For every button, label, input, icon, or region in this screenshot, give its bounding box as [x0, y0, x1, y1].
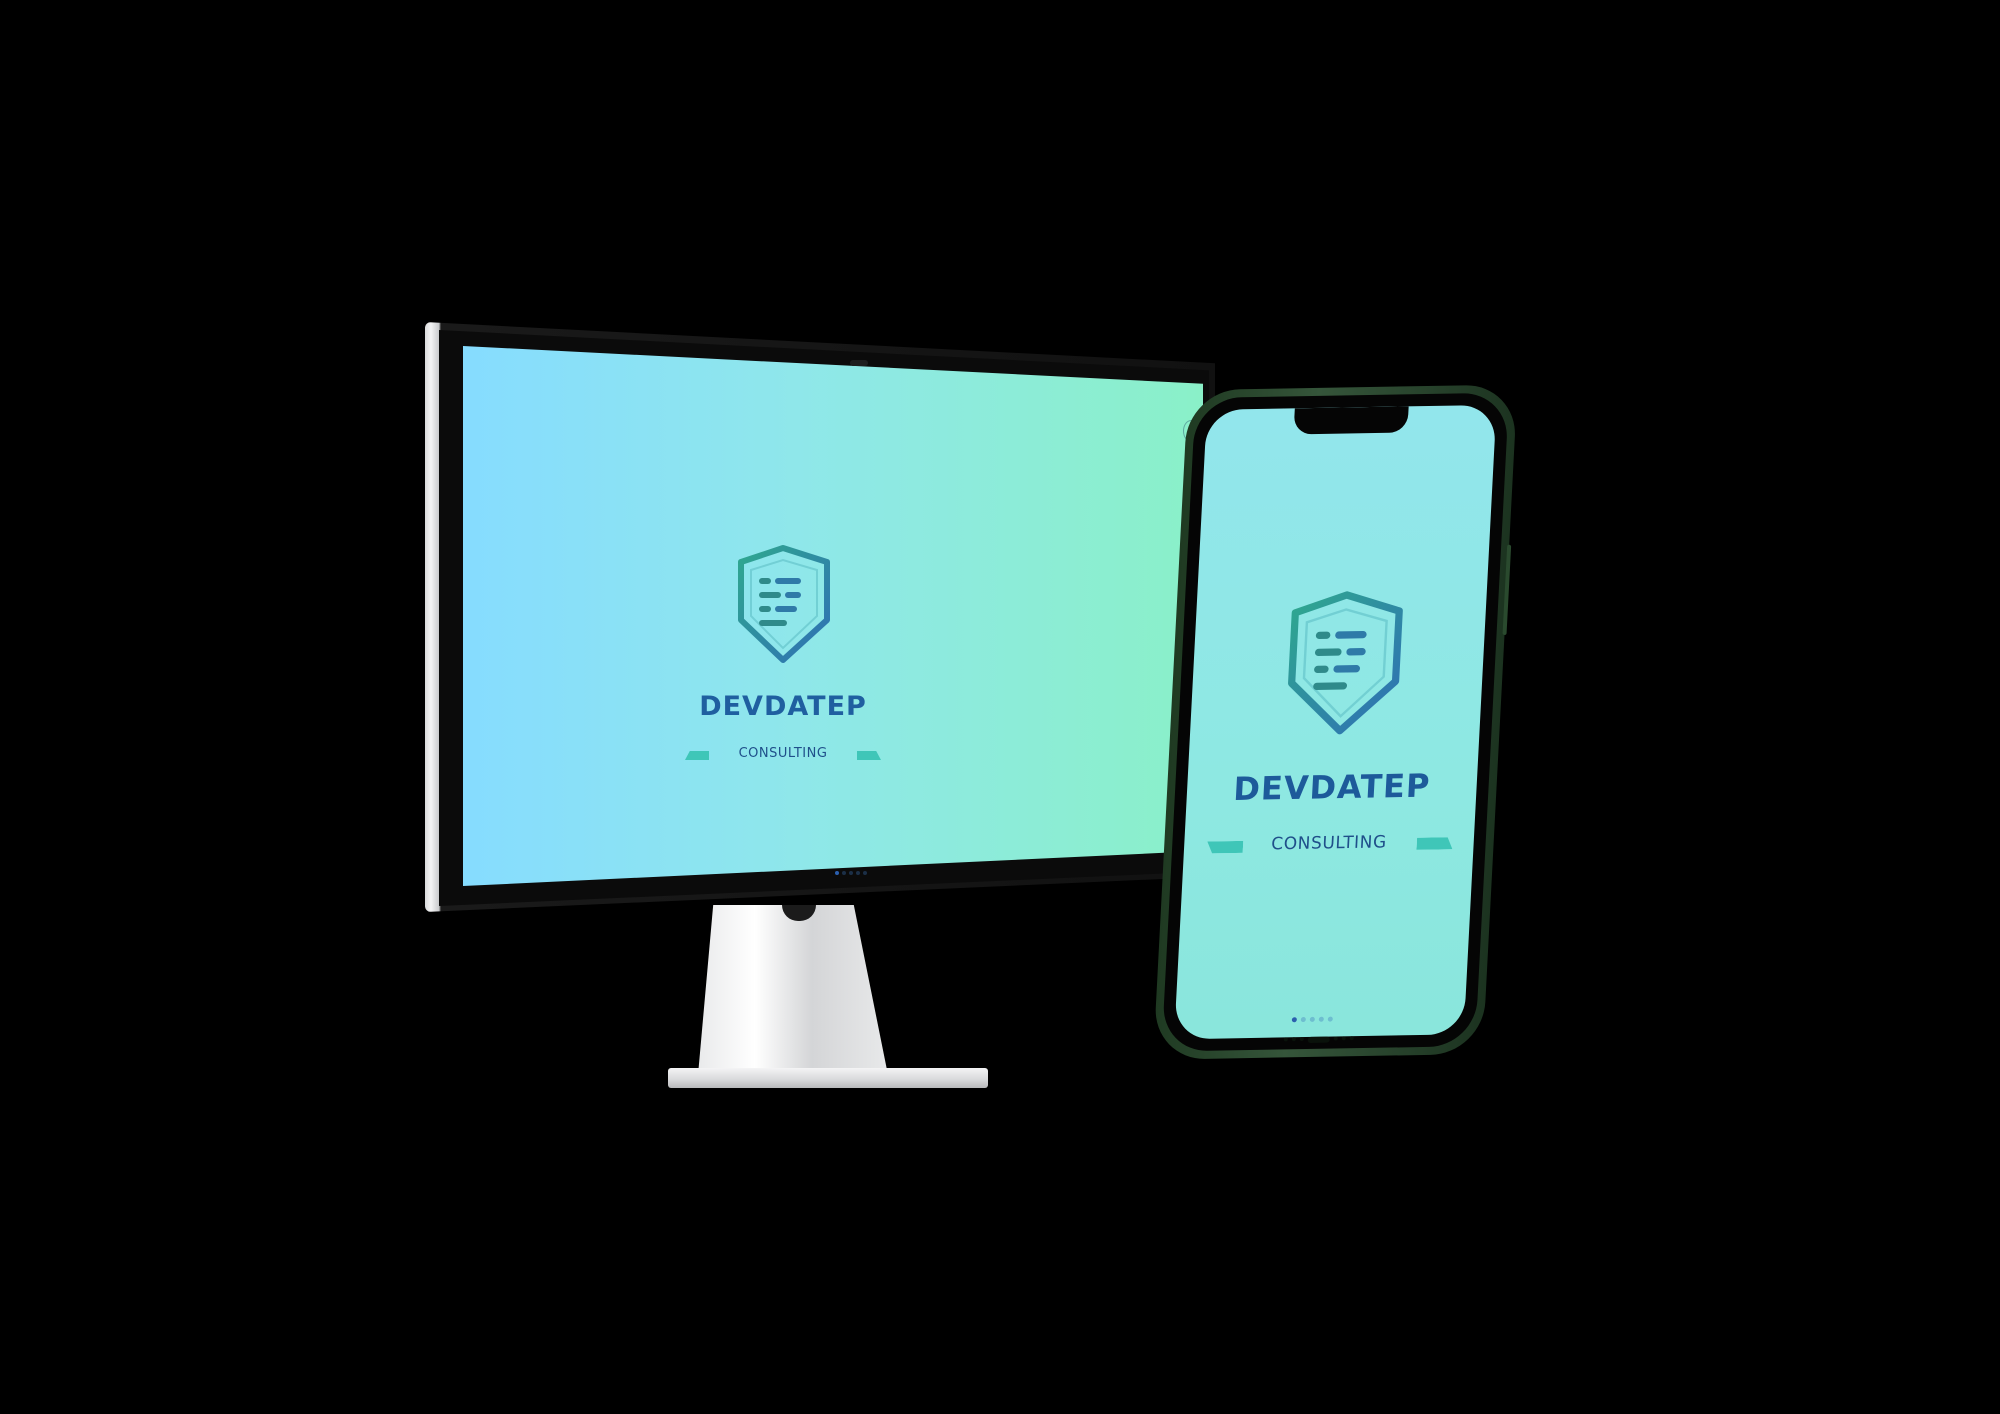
- speaker-hole: [1349, 1036, 1354, 1041]
- carousel-dot[interactable]: [1327, 1016, 1333, 1022]
- ribbon-left: [1207, 841, 1244, 854]
- charging-port: [1307, 1036, 1330, 1043]
- phone-notch: [1293, 406, 1409, 435]
- mockup-stage: DEVDATEP CONSULTING DEVDATEP CONSULTING: [0, 0, 2000, 1414]
- phone-screen: DEVDATEP CONSULTING: [1174, 404, 1497, 1040]
- speaker-hole: [1283, 1037, 1288, 1042]
- brand-tagline: CONSULTING: [738, 746, 828, 761]
- speaker-hole: [1291, 1037, 1296, 1042]
- speaker-hole: [1333, 1036, 1338, 1041]
- smartphone: DEVDATEP CONSULTING: [1152, 384, 1527, 1072]
- carousel-dot[interactable]: [863, 871, 867, 875]
- carousel-dot[interactable]: [842, 871, 846, 875]
- shield-document-icon: [731, 542, 835, 666]
- carousel-dot[interactable]: [849, 871, 853, 875]
- camera-icon: [850, 360, 868, 366]
- phone-carousel-dots: [1291, 1016, 1333, 1023]
- desktop-monitor: DEVDATEP CONSULTING: [425, 322, 1215, 912]
- brand-tagline: CONSULTING: [1270, 832, 1388, 855]
- carousel-dot[interactable]: [1300, 1016, 1306, 1023]
- monitor-base: [668, 1068, 988, 1088]
- monitor-stand: [698, 905, 888, 1075]
- carousel-dot[interactable]: [1309, 1016, 1315, 1022]
- carousel-dot[interactable]: [835, 871, 839, 875]
- brand-tagline-banner: CONSULTING: [1248, 832, 1409, 859]
- carousel-dot[interactable]: [1291, 1017, 1297, 1023]
- speaker-hole: [1299, 1037, 1304, 1042]
- brand-name: DEVDATEP: [1232, 766, 1432, 808]
- monitor-screen: DEVDATEP CONSULTING: [463, 346, 1203, 886]
- carousel-dot[interactable]: [1318, 1016, 1324, 1022]
- speaker-hole: [1341, 1036, 1346, 1041]
- brand-name: DEVDATEP: [699, 691, 867, 722]
- carousel-dot[interactable]: [856, 871, 860, 875]
- brand-tagline-banner: CONSULTING: [685, 744, 881, 768]
- monitor-carousel-dots: [835, 871, 867, 877]
- shield-document-icon: [1275, 587, 1413, 740]
- ribbon-right: [1416, 837, 1453, 850]
- ribbon-right: [857, 751, 881, 760]
